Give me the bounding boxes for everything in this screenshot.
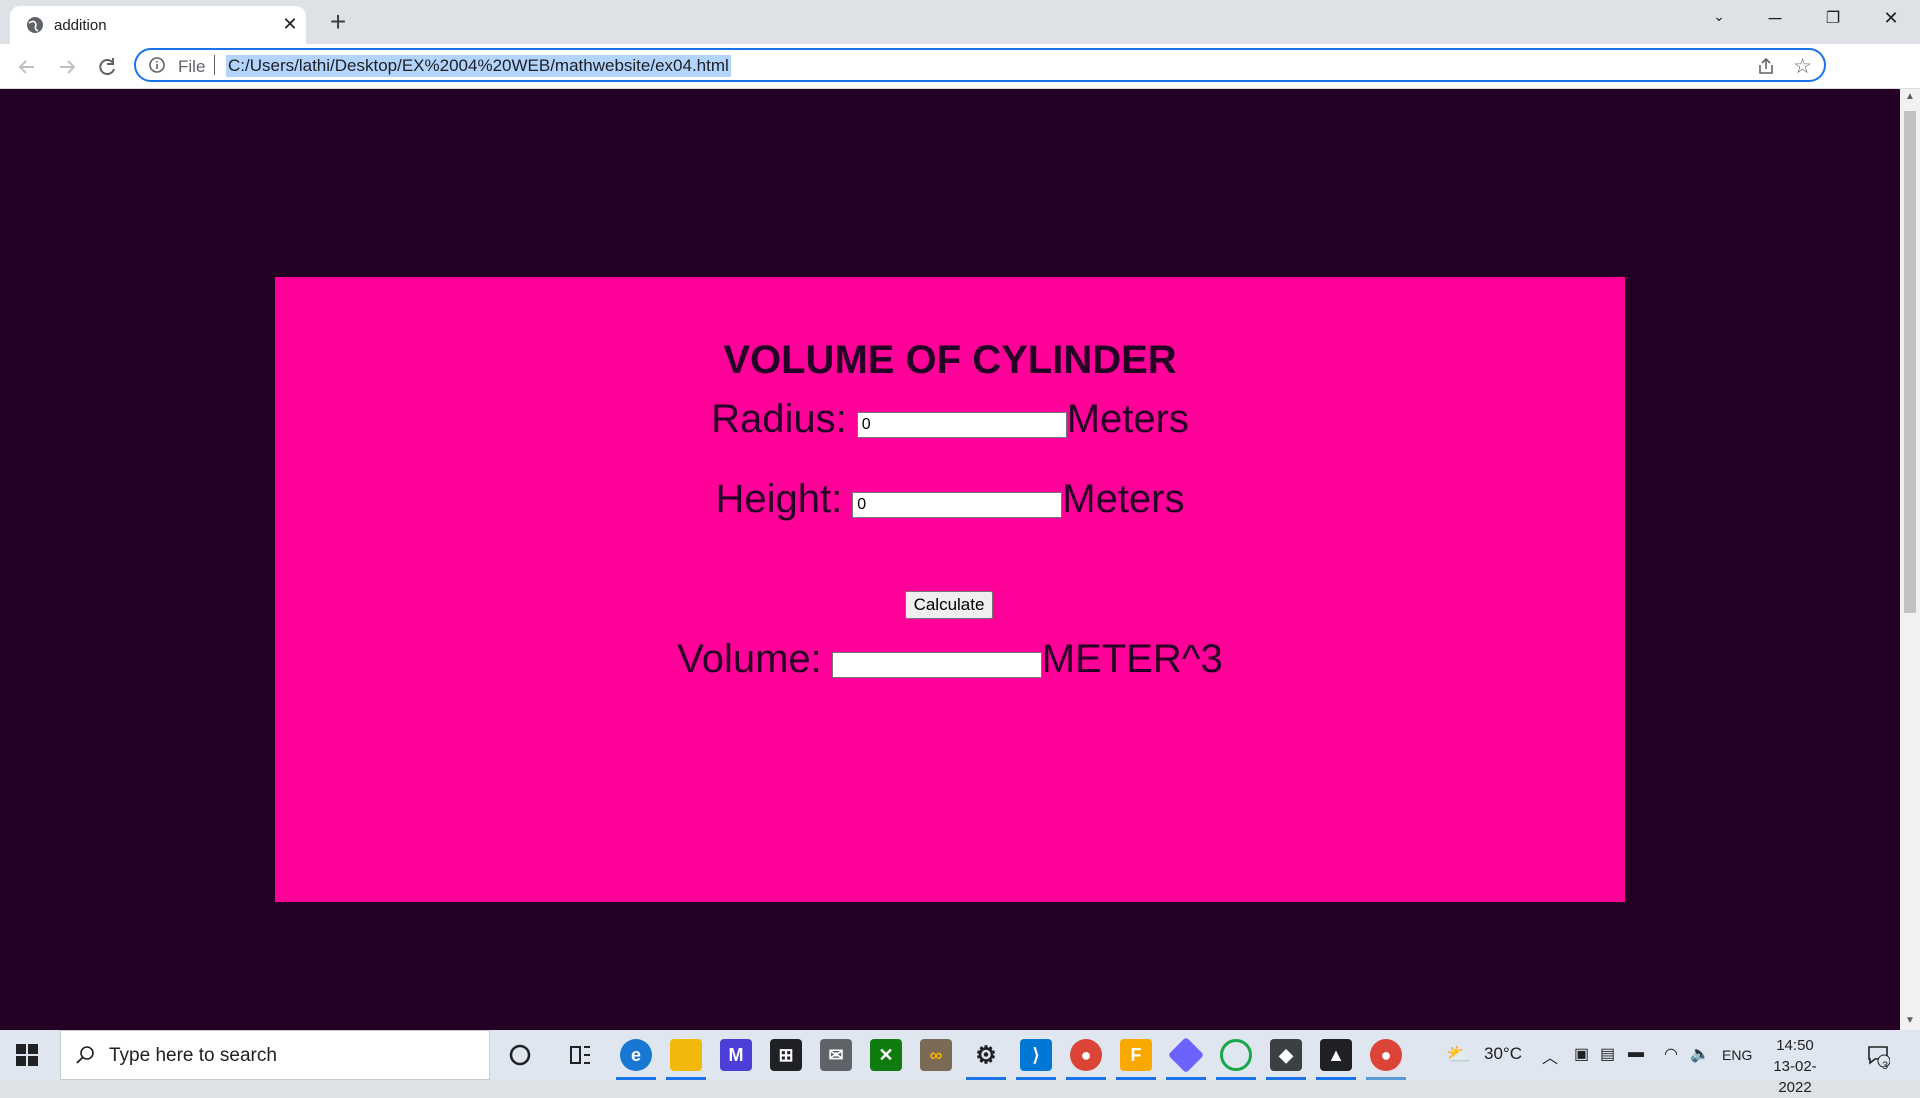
calculator-card: VOLUME OF CYLINDER Radius: Meters Height… — [275, 277, 1625, 902]
scrollbar-thumb[interactable] — [1904, 111, 1916, 613]
volume-row: Volume: METER^3 — [275, 637, 1625, 682]
search-icon — [76, 1046, 94, 1064]
height-unit: Meters — [1062, 477, 1185, 521]
cortana-icon[interactable] — [504, 1039, 536, 1071]
close-window-icon[interactable]: ✕ — [1876, 8, 1906, 29]
volume-icon[interactable]: 🔈 — [1690, 1044, 1710, 1064]
volume-label: Volume: — [677, 637, 822, 681]
app-diamond-icon[interactable] — [1167, 1036, 1205, 1074]
restore-icon[interactable]: ❐ — [1818, 8, 1848, 28]
forward-icon[interactable] — [54, 54, 80, 80]
notification-count: 3 — [1882, 1060, 1889, 1072]
scroll-down-icon[interactable]: ▼ — [1900, 1015, 1920, 1026]
app-icon[interactable]: ∞ — [920, 1039, 952, 1071]
page-viewport: VOLUME OF CYLINDER Radius: Meters Height… — [0, 89, 1900, 1030]
browser-toolbar: File C:/Users/lathi/Desktop/EX%2004%20WE… — [0, 44, 1920, 124]
radius-unit: Meters — [1066, 397, 1189, 441]
height-label: Height: — [715, 477, 843, 521]
photos-icon[interactable]: ▲ — [1320, 1039, 1352, 1071]
xbox-icon[interactable]: ✕ — [870, 1039, 902, 1071]
scroll-up-icon[interactable]: ▲ — [1900, 91, 1920, 102]
weather-icon[interactable]: ⛅ — [1446, 1042, 1471, 1067]
close-tab-icon[interactable]: ✕ — [280, 14, 300, 35]
language-indicator[interactable]: ENG — [1722, 1047, 1752, 1063]
app-f-icon[interactable]: F — [1120, 1039, 1152, 1071]
tab-strip: addition ✕ + ⌄ ─ ❐ ✕ — [0, 0, 1920, 44]
chrome-active-icon[interactable]: ● — [1370, 1039, 1402, 1071]
clock[interactable]: 14:50 13-02-2022 — [1760, 1035, 1830, 1098]
battery-icon[interactable]: ▬ — [1628, 1044, 1644, 1062]
radius-row: Radius: Meters — [275, 397, 1625, 442]
url-text[interactable]: C:/Users/lathi/Desktop/EX%2004%20WEB/mat… — [226, 55, 731, 77]
tab-title: addition — [54, 17, 107, 34]
url-separator — [214, 55, 215, 75]
back-icon[interactable] — [14, 54, 40, 80]
windows-start-icon[interactable] — [16, 1044, 38, 1066]
taskbar-search[interactable]: Type here to search — [60, 1030, 490, 1080]
vscode-icon[interactable]: ⟩ — [1020, 1039, 1052, 1071]
url-scheme: File — [178, 57, 206, 76]
chrome-icon[interactable]: ● — [1070, 1039, 1102, 1071]
info-icon[interactable] — [148, 56, 166, 74]
vertical-scrollbar[interactable]: ▲ ▼ — [1900, 89, 1920, 1030]
globe-icon — [27, 17, 43, 33]
tray-overflow-icon[interactable]: ︿ — [1542, 1044, 1558, 1068]
calculate-button[interactable]: Calculate — [905, 591, 993, 619]
share-icon[interactable] — [1756, 56, 1776, 76]
wifi-icon[interactable]: ◠ — [1664, 1044, 1678, 1064]
clock-time: 14:50 — [1776, 1037, 1814, 1054]
clock-date: 13-02-2022 — [1773, 1058, 1817, 1096]
store-icon[interactable]: ⊞ — [770, 1039, 802, 1071]
app-ring-icon[interactable] — [1220, 1039, 1252, 1071]
page-title: VOLUME OF CYLINDER — [723, 338, 1177, 382]
visual-studio-icon[interactable]: M — [720, 1039, 752, 1071]
task-view-icon[interactable] — [564, 1039, 596, 1071]
app-cube-icon[interactable]: ◆ — [1270, 1039, 1302, 1071]
reload-icon[interactable] — [94, 54, 120, 80]
new-tab-icon[interactable]: + — [322, 6, 354, 38]
file-explorer-icon[interactable] — [670, 1039, 702, 1071]
address-bar[interactable]: File C:/Users/lathi/Desktop/EX%2004%20WE… — [134, 48, 1826, 82]
volume-unit: METER^3 — [1041, 637, 1223, 681]
meet-now-icon[interactable]: ▣ — [1574, 1044, 1589, 1064]
taskbar: Type here to search e M ⊞ ✉ ✕ ∞ ⚙ ⟩ ● F … — [0, 1030, 1920, 1096]
weather-temp[interactable]: 30°C — [1484, 1044, 1522, 1064]
network-adapter-icon[interactable]: ▤ — [1600, 1044, 1615, 1064]
tab-search-icon[interactable]: ⌄ — [1704, 8, 1734, 25]
bookmark-star-icon[interactable]: ☆ — [1793, 54, 1812, 79]
mail-icon[interactable]: ✉ — [820, 1039, 852, 1071]
browser-tab[interactable]: addition ✕ — [10, 6, 306, 44]
height-input[interactable] — [852, 492, 1063, 518]
minimize-icon[interactable]: ─ — [1760, 8, 1790, 29]
radius-input[interactable] — [856, 412, 1067, 438]
radius-label: Radius: — [711, 397, 847, 441]
edge-icon[interactable]: e — [620, 1039, 652, 1071]
volume-output[interactable] — [831, 652, 1042, 678]
search-placeholder: Type here to search — [109, 1045, 277, 1066]
settings-icon[interactable]: ⚙ — [970, 1039, 1002, 1071]
height-row: Height: Meters — [275, 477, 1625, 522]
